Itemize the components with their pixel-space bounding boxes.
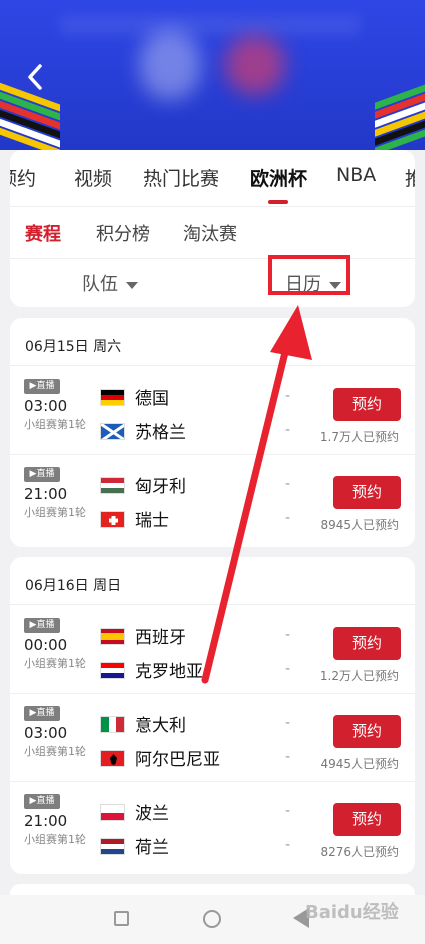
team-home: 西班牙 (135, 628, 186, 648)
recent-apps-icon[interactable] (114, 911, 129, 926)
live-badge: ▶直播 (24, 618, 60, 633)
navigation-card: 预约 视频 热门比赛 欧洲杯 NBA 推 赛程 积分榜 淘汰赛 队伍 日历 (10, 150, 415, 307)
score-away: - (285, 510, 291, 526)
match-time: 21:00 (24, 812, 68, 830)
team-away: 荷兰 (135, 838, 169, 858)
team-filter[interactable]: 队伍 (82, 270, 138, 296)
subtab-schedule[interactable]: 赛程 (25, 220, 61, 246)
reserve-button[interactable]: 预约 (333, 388, 401, 421)
event-logo (225, 35, 285, 95)
calendar-highlight-box (268, 255, 350, 295)
hungary-flag-icon (100, 477, 125, 494)
match-row[interactable]: ▶直播 00:00 小组赛第1轮 西班牙 克罗地亚 - - 预约 1.2万人已预… (10, 605, 415, 694)
switzerland-flag-icon (100, 511, 125, 528)
banner-blur (60, 15, 360, 35)
team-away: 苏格兰 (135, 423, 186, 443)
tab-video[interactable]: 视频 (74, 164, 112, 191)
reserve-button[interactable]: 预约 (333, 715, 401, 748)
match-row[interactable]: ▶直播 21:00 小组赛第1轮 波兰 荷兰 - - 预约 8276人已预约 (10, 781, 415, 869)
live-badge: ▶直播 (24, 467, 60, 482)
match-stage: 小组赛第1轮 (24, 506, 86, 519)
score-home: - (285, 715, 291, 731)
subtab-standings[interactable]: 积分榜 (96, 220, 150, 246)
netherlands-flag-icon (100, 838, 125, 855)
tab-reservation[interactable]: 预约 (10, 164, 36, 191)
score-home: - (285, 627, 291, 643)
trophy-image (140, 30, 200, 100)
team-away: 克罗地亚 (135, 662, 203, 682)
score-away: - (285, 837, 291, 853)
score-home: - (285, 388, 291, 404)
day-card: 06月15日 周六 ▶直播 03:00 小组赛第1轮 德国 苏格兰 - - 预约… (10, 318, 415, 547)
match-time: 21:00 (24, 485, 68, 503)
match-row[interactable]: ▶直播 03:00 小组赛第1轮 意大利 阿尔巴尼亚 - - 预约 4945人已… (10, 693, 415, 782)
chevron-left-icon (28, 64, 42, 90)
spain-flag-icon (100, 628, 125, 645)
italy-flag-icon (100, 716, 125, 733)
score-away: - (285, 422, 291, 438)
watermark: Baidu经验 (305, 902, 399, 923)
albania-flag-icon (100, 750, 125, 767)
reserve-button[interactable]: 预约 (333, 627, 401, 660)
team-home: 匈牙利 (135, 477, 186, 497)
filter-bar: 队伍 日历 (10, 258, 415, 307)
match-row[interactable]: ▶直播 21:00 小组赛第1轮 匈牙利 瑞士 - - 预约 8945人已预约 (10, 454, 415, 542)
team-home: 波兰 (135, 804, 169, 824)
active-tab-indicator (268, 200, 288, 204)
reservation-count: 1.2万人已预约 (319, 669, 399, 683)
score-away: - (285, 749, 291, 765)
day-date: 06月16日 周日 (10, 557, 415, 605)
scotland-flag-icon (100, 423, 125, 440)
reservation-count: 8276人已预约 (320, 845, 399, 859)
score-home: - (285, 803, 291, 819)
team-away: 阿尔巴尼亚 (135, 750, 220, 770)
match-time: 03:00 (24, 397, 68, 415)
score-away: - (285, 661, 291, 677)
germany-flag-icon (100, 389, 125, 406)
reservation-count: 4945人已预约 (320, 757, 399, 771)
poland-flag-icon (100, 804, 125, 821)
croatia-flag-icon (100, 662, 125, 679)
match-stage: 小组赛第1轮 (24, 745, 86, 758)
reserve-button[interactable]: 预约 (333, 803, 401, 836)
team-away: 瑞士 (135, 511, 169, 531)
banner-stripes-right (375, 77, 425, 150)
caret-down-icon (126, 281, 138, 289)
tab-recommend[interactable]: 推 (405, 164, 415, 191)
match-time: 00:00 (24, 636, 68, 654)
live-badge: ▶直播 (24, 794, 60, 809)
match-row[interactable]: ▶直播 03:00 小组赛第1轮 德国 苏格兰 - - 预约 1.7万人已预约 (10, 366, 415, 455)
day-date: 06月15日 周六 (10, 318, 415, 366)
live-badge: ▶直播 (24, 706, 60, 721)
score-home: - (285, 476, 291, 492)
reservation-count: 1.7万人已预约 (319, 430, 399, 444)
home-icon[interactable] (203, 910, 221, 928)
match-stage: 小组赛第1轮 (24, 657, 86, 670)
team-filter-label: 队伍 (82, 274, 118, 295)
match-stage: 小组赛第1轮 (24, 833, 86, 846)
match-time: 03:00 (24, 724, 68, 742)
tab-hot-matches[interactable]: 热门比赛 (143, 164, 219, 191)
team-home: 意大利 (135, 716, 186, 736)
subtab-knockout[interactable]: 淘汰赛 (183, 220, 237, 246)
tab-euro-cup[interactable]: 欧洲杯 (250, 164, 307, 191)
match-stage: 小组赛第1轮 (24, 418, 86, 431)
team-home: 德国 (135, 389, 169, 409)
sub-tabs: 赛程 积分榜 淘汰赛 (10, 206, 415, 259)
top-tabs: 预约 视频 热门比赛 欧洲杯 NBA 推 (10, 150, 415, 207)
live-badge: ▶直播 (24, 379, 60, 394)
back-button[interactable] (20, 62, 50, 92)
tab-nba[interactable]: NBA (336, 164, 376, 186)
header-banner (0, 0, 425, 150)
reserve-button[interactable]: 预约 (333, 476, 401, 509)
day-card: 06月16日 周日 ▶直播 00:00 小组赛第1轮 西班牙 克罗地亚 - - … (10, 557, 415, 874)
reservation-count: 8945人已预约 (320, 518, 399, 532)
